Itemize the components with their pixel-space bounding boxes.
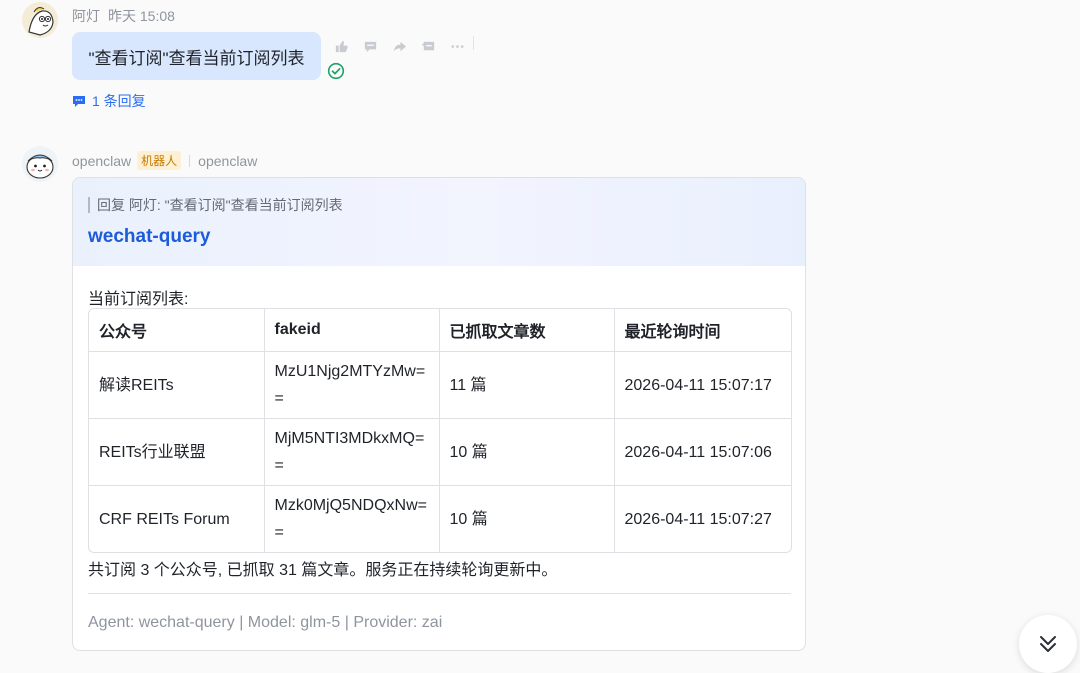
table-row: CRF REITs Forum Mzk0MjQ5NDQxNw== 10 篇 20…	[89, 485, 791, 552]
user-avatar[interactable]	[22, 2, 58, 38]
message-actions	[333, 38, 466, 55]
card-summary-text: 共订阅 3 个公众号, 已抓取 31 篇文章。服务正在持续轮询更新中。	[88, 562, 558, 579]
table-row: REITs行业联盟 MjM5NTI3MDkxMQ== 10 篇 2026-04-…	[89, 418, 791, 486]
forward-icon[interactable]	[391, 38, 408, 55]
bot-message-meta: openclaw 机器人 openclaw	[72, 151, 257, 170]
double-chevron-down-icon	[1040, 636, 1056, 652]
table-cell: 2026-04-11 15:07:06	[614, 418, 791, 486]
card-title: wechat-query	[88, 226, 211, 247]
comment-icon[interactable]	[362, 38, 379, 55]
table-cell: 10 篇	[439, 418, 615, 486]
bot-app-name[interactable]: openclaw	[198, 153, 257, 169]
table-row: 解读REITs MzU1Njg2MTYzMw== 11 篇 2026-04-11…	[89, 351, 791, 419]
table-cell: 2026-04-11 15:07:17	[614, 351, 791, 419]
table-header-cell: 最近轮询时间	[614, 309, 791, 352]
subscription-table: 公众号 fakeid 已抓取文章数 最近轮询时间 解读REITs MzU1Njg…	[88, 308, 792, 553]
meta-separator	[189, 154, 191, 167]
table-header-cell: fakeid	[264, 309, 440, 352]
user-message-time: 昨天 15:08	[108, 8, 175, 24]
reply-bubble-icon	[73, 96, 85, 107]
check-circle-icon	[327, 62, 345, 80]
thumbs-up-icon[interactable]	[333, 38, 350, 55]
table-header-cell: 公众号	[89, 309, 265, 352]
reply-count-label: 1 条回复	[92, 93, 146, 109]
card-footer-note: Agent: wechat-query | Model: glm-5 | Pro…	[88, 614, 443, 631]
table-cell: MzU1Njg2MTYzMw==	[264, 351, 440, 419]
card-divider	[88, 593, 791, 594]
bot-avatar[interactable]	[22, 146, 58, 182]
thread-reply-link[interactable]: 1 条回复	[72, 91, 146, 111]
bot-message-card: 回复 阿灯: "查看订阅"查看当前订阅列表 wechat-query 当前订阅列…	[72, 177, 806, 651]
reply-quote[interactable]: 回复 阿灯: "查看订阅"查看当前订阅列表	[88, 197, 343, 213]
table-cell: 解读REITs	[89, 351, 265, 419]
user-sender-name[interactable]: 阿灯	[72, 8, 100, 24]
more-icon[interactable]	[449, 38, 466, 55]
table-header-row: 公众号 fakeid 已抓取文章数 最近轮询时间	[89, 309, 791, 352]
table-cell: MjM5NTI3MDkxMQ==	[264, 418, 440, 486]
robot-badge: 机器人	[137, 151, 182, 170]
table-cell: REITs行业联盟	[89, 418, 265, 486]
table-cell: 11 篇	[439, 351, 615, 419]
scroll-to-bottom-button[interactable]	[1019, 615, 1077, 673]
table-cell: 2026-04-11 15:07:27	[624, 510, 772, 528]
actions-divider	[473, 36, 474, 50]
table-header-cell: 已抓取文章数	[439, 309, 615, 352]
bot-sender-name[interactable]: openclaw	[72, 153, 131, 169]
table-cell: 10 篇	[439, 485, 615, 552]
user-message-bubble[interactable]: "查看订阅"查看当前订阅列表	[72, 32, 321, 80]
card-intro-text: 当前订阅列表:	[88, 291, 189, 308]
quote-reply-icon[interactable]	[420, 38, 437, 55]
table-cell: CRF REITs Forum	[89, 485, 265, 552]
card-header: 回复 阿灯: "查看订阅"查看当前订阅列表 wechat-query	[73, 178, 805, 266]
user-message-meta: 阿灯 昨天 15:08	[72, 6, 175, 26]
table-cell: Mzk0MjQ5NDQxNw==	[264, 485, 440, 552]
